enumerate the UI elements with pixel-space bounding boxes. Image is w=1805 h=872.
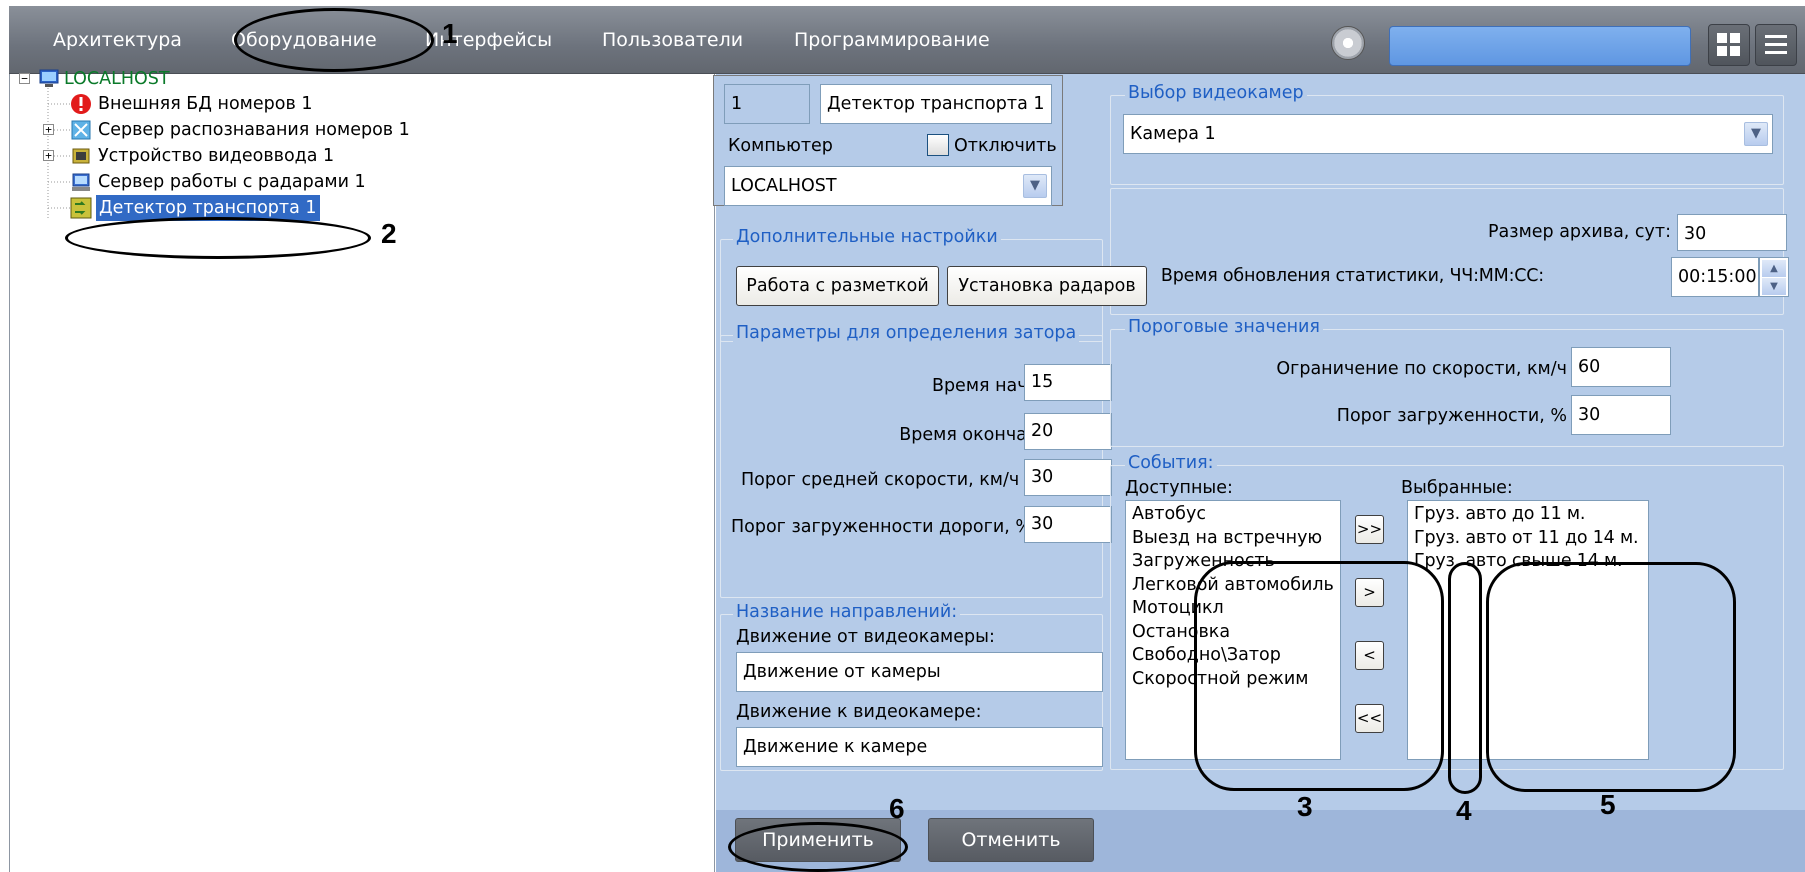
from-camera-label: Движение от видеокамеры: <box>736 627 995 647</box>
list-item[interactable]: Груз. авто до 11 м. <box>1414 503 1642 527</box>
search-input[interactable] <box>1389 26 1691 66</box>
expand-video-input-icon[interactable]: + <box>43 150 54 161</box>
tree-item-recognition-server[interactable]: Сервер распознавания номеров 1 <box>98 117 410 143</box>
list-item[interactable]: Выезд на встречную <box>1132 527 1334 551</box>
stats-update-spinner[interactable]: ▲ ▼ <box>1759 257 1789 297</box>
recognition-server-icon <box>71 120 91 140</box>
selected-label: Выбранные: <box>1401 478 1513 498</box>
speed-limit-field[interactable]: 60 <box>1571 347 1671 387</box>
annotation-oval-2 <box>65 217 371 259</box>
video-board-icon <box>72 148 90 164</box>
tree-root-localhost[interactable]: LOCALHOST <box>64 66 170 92</box>
stats-update-label: Время обновления статистики, ЧЧ:ММ:СС: <box>1160 266 1544 286</box>
tab-users[interactable]: Пользователи <box>602 20 743 60</box>
camera-group-title: Выбор видеокамер <box>1125 83 1307 103</box>
hardware-tree: − LOCALHOST Внешняя БД номеров 1 + Серве… <box>9 69 715 872</box>
menu-button[interactable] <box>1755 24 1797 66</box>
annotation-label-1: 1 <box>442 18 458 49</box>
camera-group: Выбор видеокамер Камера 1 ▼ <box>1110 83 1784 185</box>
jam-speed-label: Порог средней скорости, км/ч <box>741 470 1020 490</box>
annotation-label-3: 3 <box>1297 791 1313 822</box>
disable-label: Отключить <box>954 136 1057 156</box>
tab-programming[interactable]: Программирование <box>794 20 990 60</box>
computer-select-value: LOCALHOST <box>731 176 837 196</box>
thresholds-title: Пороговые значения <box>1125 317 1323 337</box>
computer-label: Компьютер <box>728 136 833 156</box>
globe-icon[interactable] <box>1331 26 1365 60</box>
tree-item-video-input[interactable]: Устройство видеоввода 1 <box>98 143 334 169</box>
thresholds-group: Пороговые значения Ограничение по скорос… <box>1110 317 1784 447</box>
jam-start-field[interactable]: 15 <box>1024 364 1112 401</box>
annotation-oval-1 <box>234 8 434 72</box>
annotation-label-5: 5 <box>1600 789 1616 820</box>
list-item[interactable]: Груз. авто от 11 до 14 м. <box>1414 527 1642 551</box>
stats-update-field[interactable]: 00:15:00 <box>1671 257 1759 297</box>
tree-item-external-db[interactable]: Внешняя БД номеров 1 <box>98 91 312 117</box>
tab-architecture[interactable]: Архитектура <box>53 20 182 60</box>
camera-select-value: Камера 1 <box>1130 124 1216 144</box>
computer-select[interactable]: LOCALHOST <box>724 166 1052 206</box>
extra-settings-title: Дополнительные настройки <box>733 227 1001 247</box>
archive-size-field[interactable]: 30 <box>1677 214 1787 251</box>
available-label: Доступные: <box>1125 478 1233 498</box>
events-title: События: <box>1125 453 1217 473</box>
collapse-root-icon[interactable]: − <box>19 73 30 84</box>
spin-up-icon[interactable]: ▲ <box>1762 260 1786 277</box>
to-camera-field[interactable]: Движение к камере <box>736 727 1103 767</box>
jam-params-title: Параметры для определения затора <box>733 323 1080 343</box>
chevron-down-icon[interactable]: ▼ <box>1023 174 1047 198</box>
annotation-label-4: 4 <box>1456 795 1472 826</box>
tree-item-radar-server[interactable]: Сервер работы с радарами 1 <box>98 169 366 195</box>
object-name-field[interactable]: Детектор транспорта 1 <box>820 84 1052 124</box>
radar-server-icon <box>72 173 90 191</box>
speed-limit-label: Ограничение по скорости, км/ч <box>1276 359 1567 379</box>
computer-icon <box>39 69 59 87</box>
grid-view-button[interactable] <box>1708 24 1750 66</box>
from-camera-field[interactable]: Движение от камеры <box>736 652 1103 692</box>
markup-button[interactable]: Работа с разметкой <box>736 266 939 306</box>
load-threshold-field[interactable]: 30 <box>1571 395 1671 435</box>
object-header-box: 1 Детектор транспорта 1 Компьютер Отключ… <box>713 75 1063 206</box>
spin-down-icon[interactable]: ▼ <box>1762 278 1786 295</box>
error-icon <box>71 94 91 114</box>
hamburger-icon <box>1765 35 1787 54</box>
cancel-button[interactable]: Отменить <box>928 818 1094 862</box>
annotation-label-2: 2 <box>381 218 397 249</box>
annotation-oval-3 <box>1194 561 1444 791</box>
directions-title: Название направлений: <box>733 602 961 622</box>
object-id-field[interactable]: 1 <box>724 84 810 124</box>
page: Архитектура Оборудование Интерфейсы Поль… <box>0 0 1805 872</box>
jam-speed-field[interactable]: 30 <box>1024 459 1112 496</box>
camera-select[interactable]: Камера 1 <box>1123 114 1773 154</box>
expand-recognition-server-icon[interactable]: + <box>43 124 54 135</box>
annotation-oval-5 <box>1486 562 1736 792</box>
list-item[interactable]: Автобус <box>1132 503 1334 527</box>
jam-load-label: Порог загруженности дороги, % <box>731 517 1032 537</box>
traffic-detector-icon <box>70 197 92 219</box>
directions-group: Название направлений: Движение от видеок… <box>720 602 1103 771</box>
annotation-oval-4 <box>1448 562 1482 794</box>
jam-load-field[interactable]: 30 <box>1024 506 1112 543</box>
disable-checkbox[interactable] <box>927 134 949 156</box>
annotation-oval-6 <box>728 822 908 872</box>
move-all-right-button[interactable]: >> <box>1355 515 1384 544</box>
radar-setup-button[interactable]: Установка радаров <box>947 266 1147 306</box>
load-threshold-label: Порог загруженности, % <box>1336 406 1567 426</box>
annotation-label-6: 6 <box>889 793 905 824</box>
archive-group: Размер архива, сут: 30 Время обновления … <box>1110 188 1789 315</box>
grid-icon <box>1717 33 1740 56</box>
to-camera-label: Движение к видеокамере: <box>736 702 982 722</box>
jam-end-field[interactable]: 20 <box>1024 413 1112 450</box>
chevron-down-icon[interactable]: ▼ <box>1744 122 1768 146</box>
jam-params-group: Параметры для определения затора Время н… <box>720 323 1112 598</box>
archive-size-label: Размер архива, сут: <box>1487 222 1671 242</box>
